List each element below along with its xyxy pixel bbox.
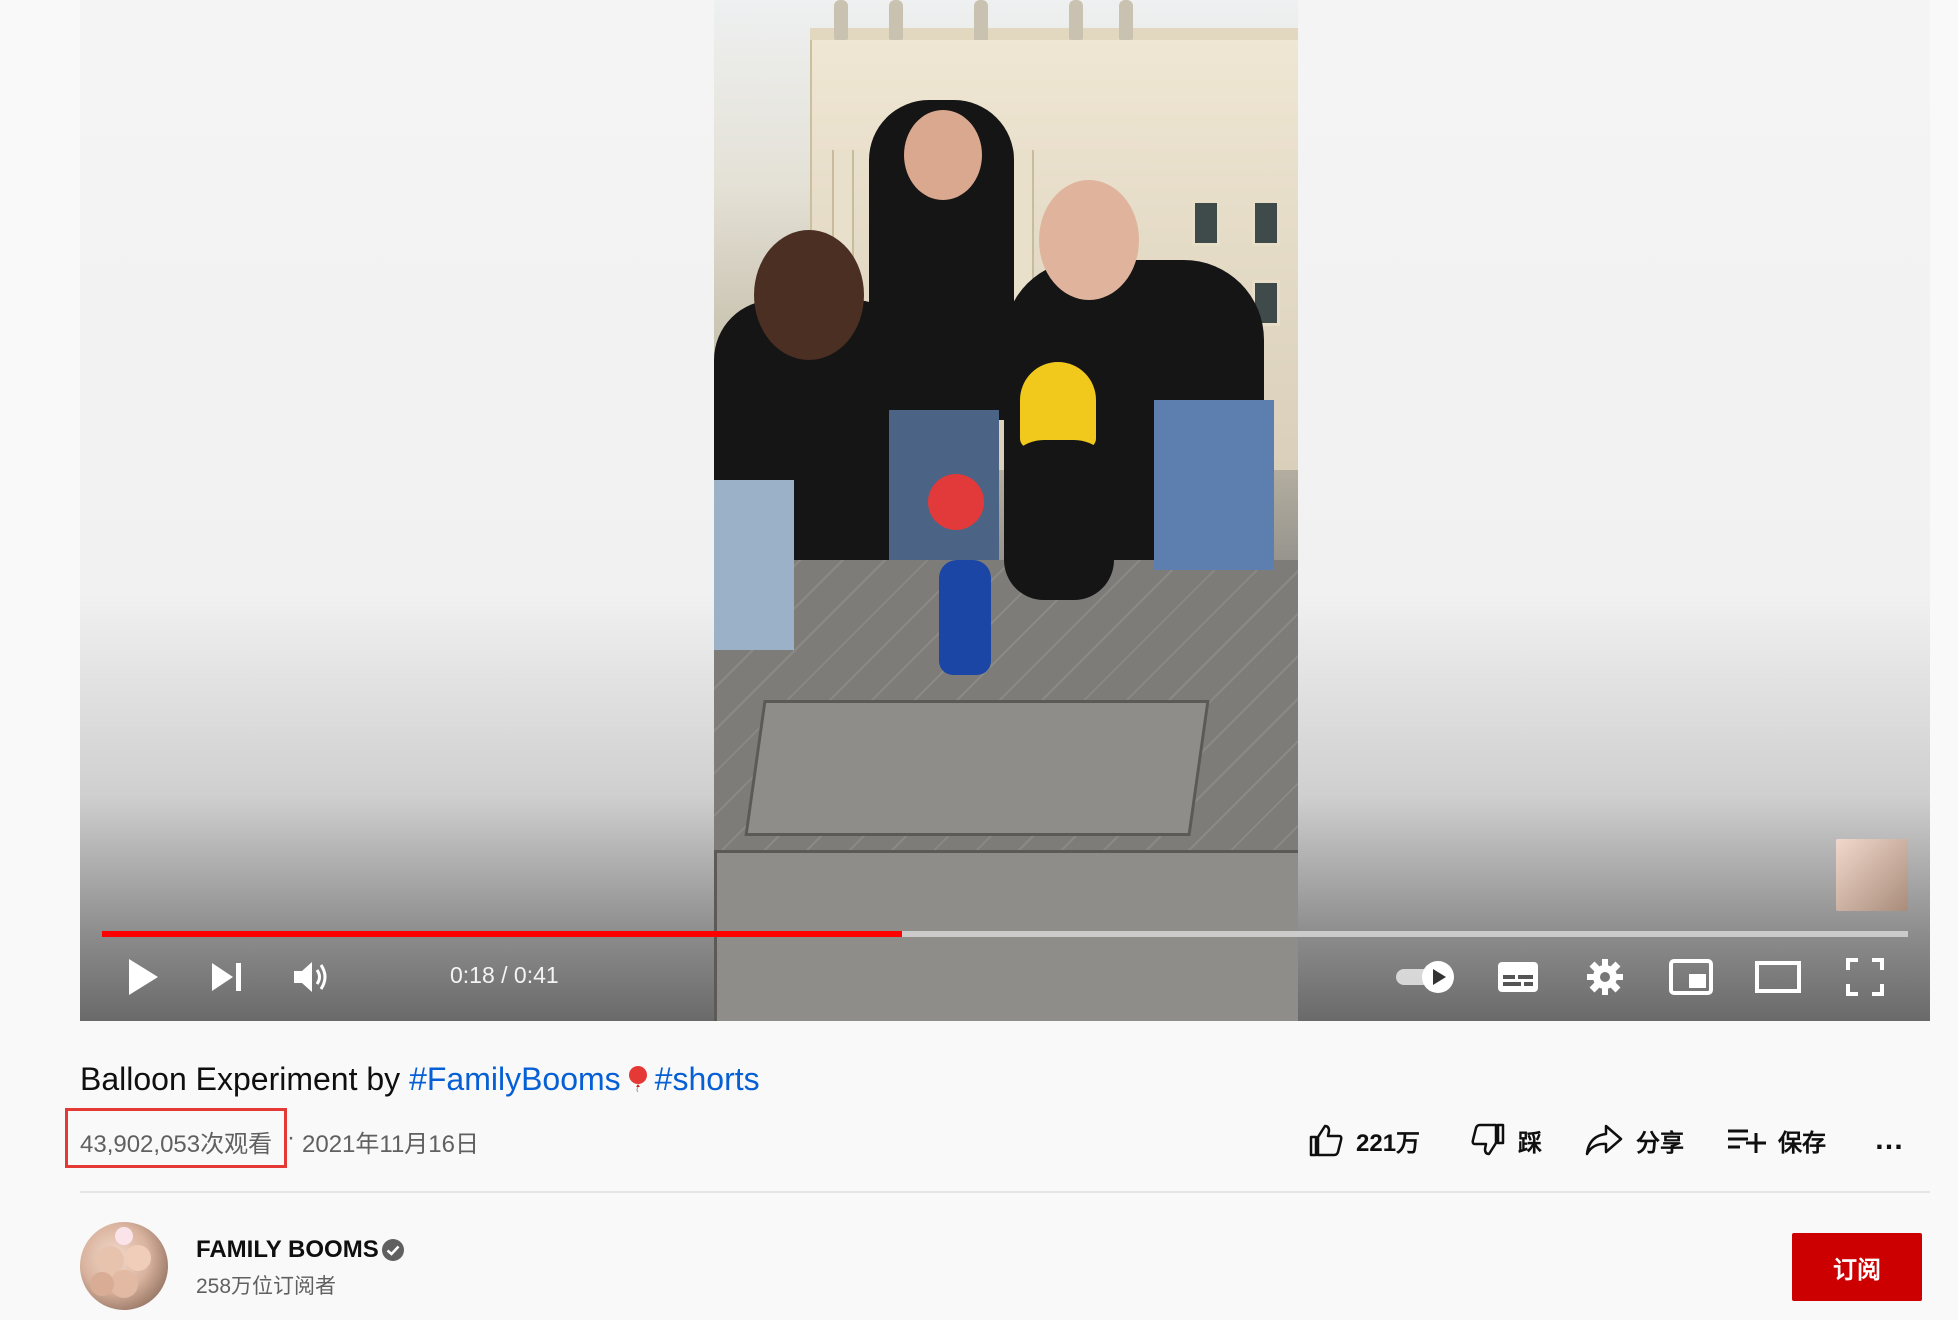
volume-button[interactable]	[286, 947, 336, 1007]
save-button[interactable]: 保存	[1726, 1112, 1826, 1168]
channel-avatar[interactable]	[80, 1222, 168, 1310]
like-count: 221万	[1356, 1129, 1421, 1157]
share-label: 分享	[1636, 1129, 1684, 1157]
autoplay-toggle[interactable]	[1392, 947, 1462, 1007]
person-head	[754, 230, 864, 360]
hashtag-link[interactable]: #shorts	[655, 1061, 760, 1097]
settings-icon	[1587, 959, 1623, 995]
video-title-text: Balloon Experiment by	[80, 1061, 410, 1097]
next-icon	[212, 963, 241, 991]
video-title: Balloon Experiment by #FamilyBooms #short…	[80, 1061, 760, 1098]
person-head	[1039, 180, 1139, 300]
play-icon	[129, 959, 158, 995]
volume-icon	[294, 962, 327, 992]
share-button[interactable]: 分享	[1584, 1112, 1684, 1168]
jeans	[714, 480, 794, 650]
paving-slab	[744, 700, 1210, 836]
autoplay-toggle-icon	[1396, 961, 1454, 993]
channel-watermark[interactable]	[1836, 839, 1908, 911]
more-icon: …	[1874, 1123, 1904, 1156]
subscriber-count: 258万位订阅者	[196, 1275, 337, 1298]
person-toddler	[1004, 440, 1114, 600]
hashtag-link[interactable]: #FamilyBooms	[409, 1061, 621, 1097]
fullscreen-button[interactable]	[1837, 947, 1893, 1007]
yellow-hat	[1020, 362, 1096, 448]
separator: ·	[287, 1124, 295, 1151]
theater-mode-icon	[1755, 961, 1801, 993]
subtitles-icon	[1498, 962, 1538, 992]
avatar-image	[90, 1227, 151, 1298]
video-player[interactable]: 0:18 / 0:41	[80, 0, 1930, 1021]
person-head	[904, 110, 982, 200]
share-icon	[1585, 1124, 1623, 1156]
time-display: 0:18 / 0:41	[450, 962, 559, 988]
video-frame[interactable]	[714, 0, 1298, 1021]
statue	[1069, 0, 1083, 40]
publish-date: 2021年11月16日	[302, 1131, 479, 1158]
statue	[1119, 0, 1133, 40]
balloon-emoji-icon	[628, 1066, 647, 1092]
subscribe-button[interactable]: 订阅	[1792, 1233, 1922, 1301]
dislike-button[interactable]: 踩	[1470, 1112, 1542, 1168]
like-button[interactable]: 221万	[1308, 1112, 1420, 1168]
settings-button[interactable]	[1577, 947, 1633, 1007]
save-label: 保存	[1778, 1129, 1826, 1157]
dislike-label: 踩	[1518, 1129, 1542, 1157]
next-button[interactable]	[202, 947, 252, 1007]
play-button[interactable]	[118, 947, 168, 1007]
verified-badge-icon	[382, 1239, 404, 1261]
statue	[834, 0, 848, 40]
more-actions-button[interactable]: …	[1874, 1112, 1904, 1168]
progress-played	[102, 931, 903, 937]
channel-name[interactable]: FAMILY BOOMS	[196, 1236, 379, 1264]
thumbs-up-icon	[1309, 1124, 1343, 1157]
divider	[80, 1191, 1930, 1193]
view-count: 43,902,053次观看	[80, 1131, 273, 1158]
balloon	[928, 474, 984, 530]
playlist-add-icon	[1728, 1129, 1766, 1153]
jeans	[1154, 400, 1274, 570]
fullscreen-icon	[1846, 958, 1884, 996]
miniplayer-icon	[1669, 959, 1713, 995]
thumbs-down-icon	[1471, 1123, 1505, 1156]
bottle	[939, 560, 991, 675]
subtitles-button[interactable]	[1490, 947, 1546, 1007]
progress-bar[interactable]	[102, 931, 1908, 937]
theater-mode-button[interactable]	[1748, 947, 1808, 1007]
miniplayer-button[interactable]	[1663, 947, 1719, 1007]
statue	[889, 0, 903, 40]
